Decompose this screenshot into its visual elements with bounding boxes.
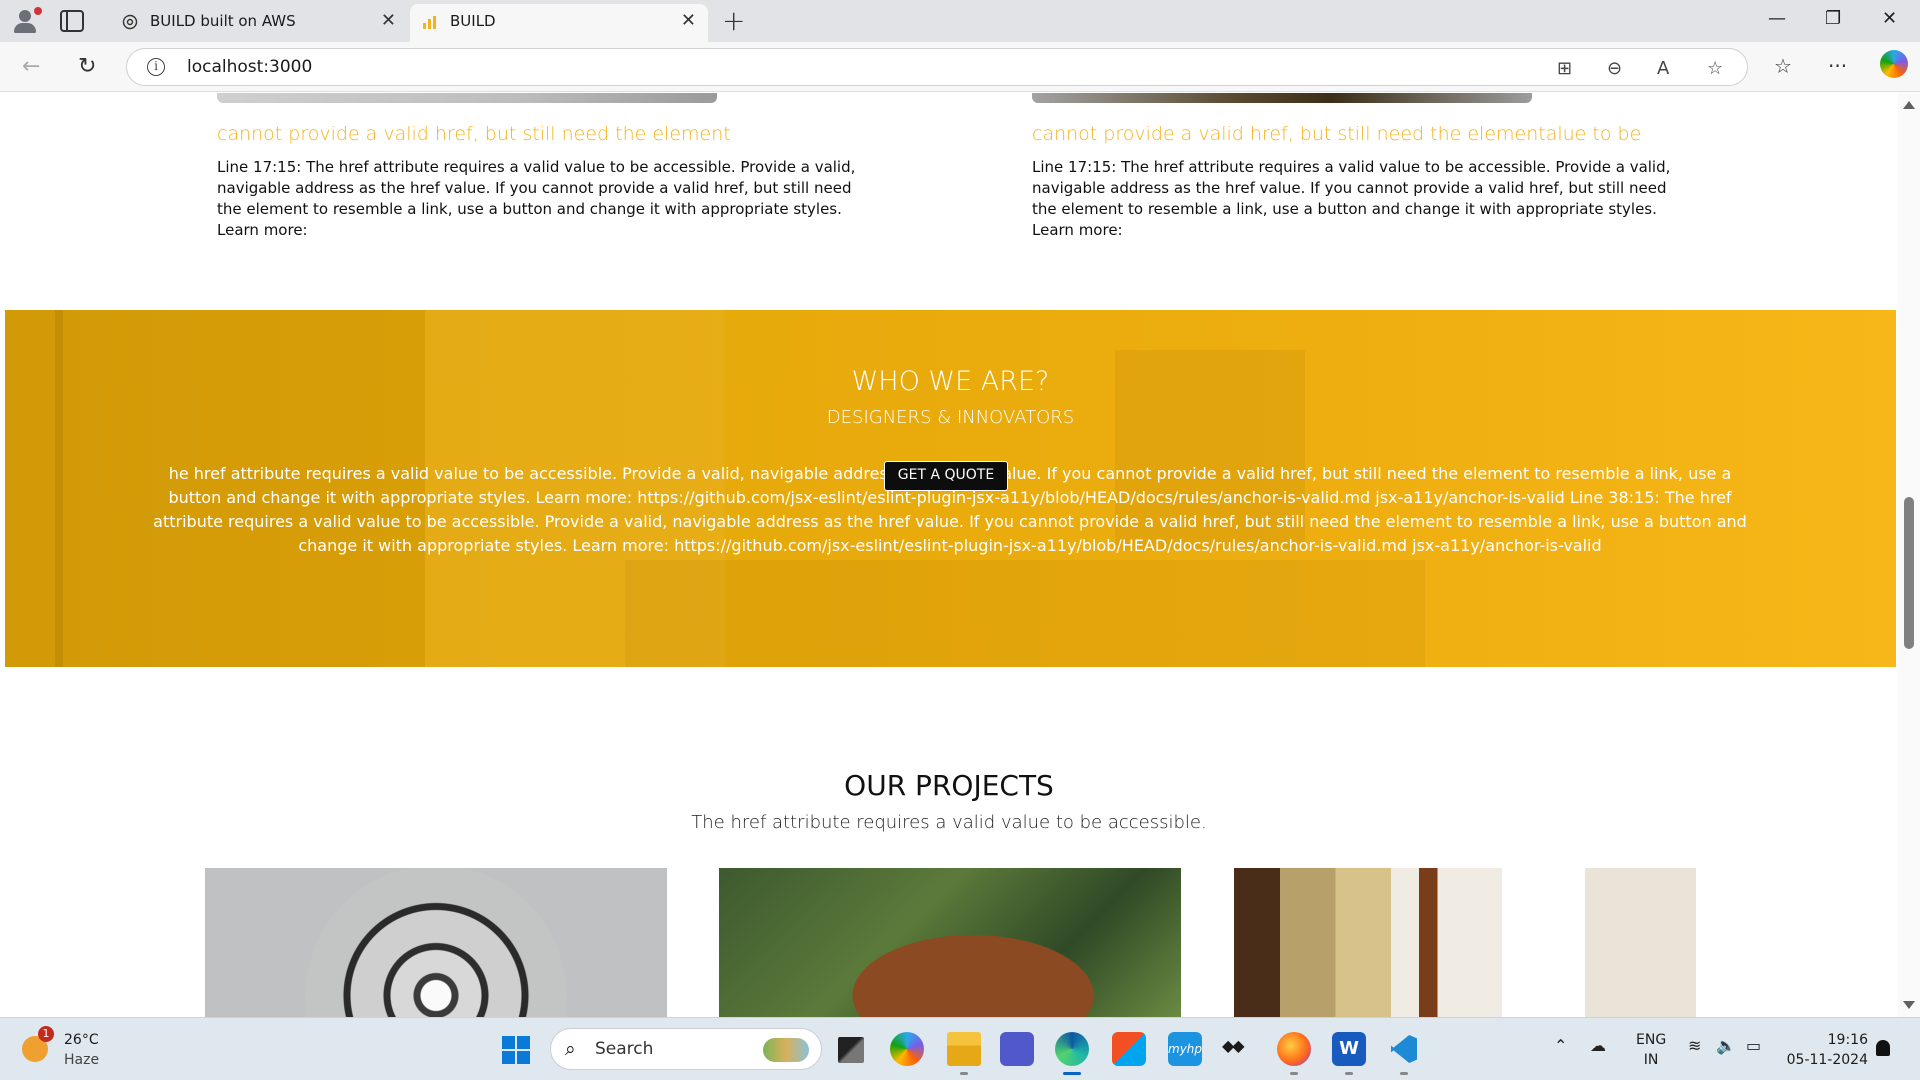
project-image-staircase[interactable]	[205, 868, 667, 1017]
close-window-icon[interactable]: ✕	[1882, 8, 1897, 29]
read-aloud-icon[interactable]: A	[1657, 58, 1669, 79]
myhp-icon[interactable]: myhp	[1168, 1032, 1202, 1066]
weather-temp: 26°C	[64, 1032, 99, 1048]
lang-secondary: IN	[1643, 1052, 1659, 1068]
wifi-icon[interactable]: ≋	[1688, 1036, 1701, 1055]
edge-icon[interactable]	[1055, 1032, 1089, 1066]
back-icon[interactable]: ←	[22, 54, 40, 79]
vscode-icon[interactable]	[1387, 1032, 1421, 1066]
word-icon[interactable]: W	[1332, 1032, 1366, 1066]
project-image-horse-sculpture[interactable]	[719, 868, 1181, 1017]
notification-badge: 1	[38, 1026, 54, 1042]
card-title[interactable]: cannot provide a valid href, but still n…	[217, 123, 731, 145]
firefox-icon[interactable]	[1277, 1032, 1311, 1066]
taskbar-search[interactable]: ⌕ Search	[550, 1028, 822, 1070]
projects-subtitle: The href attribute requires a valid valu…	[691, 812, 1207, 833]
clock-date: 05-11-2024	[1786, 1052, 1868, 1068]
windows-taskbar: 1 26°C Haze ⌕ Search myhp W ⌃ ☁ ENG IN ≋…	[0, 1017, 1920, 1080]
zoom-out-icon[interactable]: ⊖	[1607, 58, 1622, 79]
start-button[interactable]	[502, 1036, 530, 1064]
restore-icon[interactable]: ❐	[1825, 8, 1841, 29]
new-tab-button[interactable]: +	[722, 4, 745, 37]
notification-bell-icon[interactable]	[1876, 1040, 1890, 1056]
url-field[interactable]: i localhost:3000 ⊞ ⊖ A ☆	[126, 48, 1748, 86]
tab-actions-icon[interactable]	[60, 10, 84, 32]
copilot-icon[interactable]	[1880, 50, 1908, 78]
scroll-down-icon[interactable]	[1903, 1001, 1915, 1009]
more-menu-icon[interactable]: ···	[1828, 54, 1847, 78]
volume-icon[interactable]: 🔈	[1716, 1036, 1736, 1055]
card-image	[217, 93, 717, 103]
language-indicator[interactable]: ENG IN	[1636, 1030, 1666, 1070]
get-a-quote-button[interactable]: GET A QUOTE	[884, 461, 1008, 491]
search-label: Search	[595, 1039, 654, 1059]
chevron-up-icon[interactable]: ⌃	[1554, 1036, 1567, 1055]
running-indicator	[1290, 1072, 1298, 1075]
scroll-up-icon[interactable]	[1903, 101, 1915, 109]
openai-favicon-icon	[122, 14, 138, 30]
address-bar: ← ↻ i localhost:3000 ⊞ ⊖ A ☆ ☆ ···	[0, 42, 1920, 92]
clock-time: 19:16	[1827, 1032, 1868, 1048]
refresh-icon[interactable]: ↻	[78, 54, 96, 79]
search-icon: ⌕	[565, 1038, 576, 1060]
app-available-icon[interactable]: ⊞	[1557, 58, 1572, 79]
onedrive-icon[interactable]: ☁	[1590, 1036, 1606, 1055]
lang-primary: ENG	[1636, 1032, 1667, 1048]
profile-icon[interactable]	[10, 7, 44, 35]
close-tab-icon[interactable]: ✕	[681, 10, 696, 31]
url-text[interactable]: localhost:3000	[187, 57, 312, 77]
system-clock[interactable]: 19:16 05-11-2024	[1778, 1030, 1868, 1070]
site-info-icon[interactable]: i	[147, 58, 165, 76]
dropbox-icon[interactable]	[1222, 1032, 1256, 1066]
task-view-icon[interactable]	[838, 1037, 864, 1063]
scrollbar-thumb[interactable]	[1904, 497, 1914, 649]
card-title[interactable]: cannot provide a valid href, but still n…	[1032, 123, 1641, 145]
battery-icon[interactable]: ▭	[1746, 1036, 1761, 1055]
browser-tab-bar: BUILD built on AWS ✕ BUILD ✕ + — ❐ ✕	[0, 0, 1920, 42]
running-indicator	[1063, 1072, 1081, 1075]
background-image	[625, 560, 1425, 667]
search-highlight-icon	[763, 1038, 809, 1062]
tab-title: BUILD	[450, 12, 496, 30]
copilot-app-icon[interactable]	[890, 1032, 924, 1066]
minimize-icon[interactable]: —	[1768, 8, 1786, 29]
background-image	[55, 310, 63, 667]
tab-build[interactable]: BUILD ✕	[410, 4, 708, 42]
project-image-stair-railing[interactable]	[1234, 868, 1696, 1017]
favorites-icon[interactable]: ☆	[1774, 54, 1792, 78]
tab-build-aws[interactable]: BUILD built on AWS ✕	[110, 4, 408, 42]
file-explorer-icon[interactable]	[947, 1032, 981, 1066]
running-indicator	[960, 1072, 968, 1075]
page-viewport: cannot provide a valid href, but still n…	[0, 93, 1898, 1017]
section-subtitle: DESIGNERS & INNOVATORS	[826, 407, 1075, 428]
close-tab-icon[interactable]: ✕	[381, 10, 396, 31]
card-text: Line 17:15: The href attribute requires …	[1032, 158, 1671, 239]
card-image	[1032, 93, 1532, 103]
favorite-star-icon[interactable]: ☆	[1707, 58, 1723, 79]
teams-icon[interactable]	[1000, 1032, 1034, 1066]
running-indicator	[1400, 1072, 1408, 1075]
running-indicator	[1345, 1072, 1353, 1075]
projects-title: OUR PROJECTS	[844, 769, 1054, 802]
page-scrollbar[interactable]	[1898, 93, 1920, 1017]
card-text: Line 17:15: The href attribute requires …	[217, 158, 856, 239]
weather-condition: Haze	[64, 1052, 100, 1068]
chart-favicon-icon	[423, 16, 436, 29]
section-title: WHO WE ARE?	[851, 366, 1050, 397]
tab-title: BUILD built on AWS	[150, 12, 296, 30]
microsoft-store-icon[interactable]	[1112, 1032, 1146, 1066]
